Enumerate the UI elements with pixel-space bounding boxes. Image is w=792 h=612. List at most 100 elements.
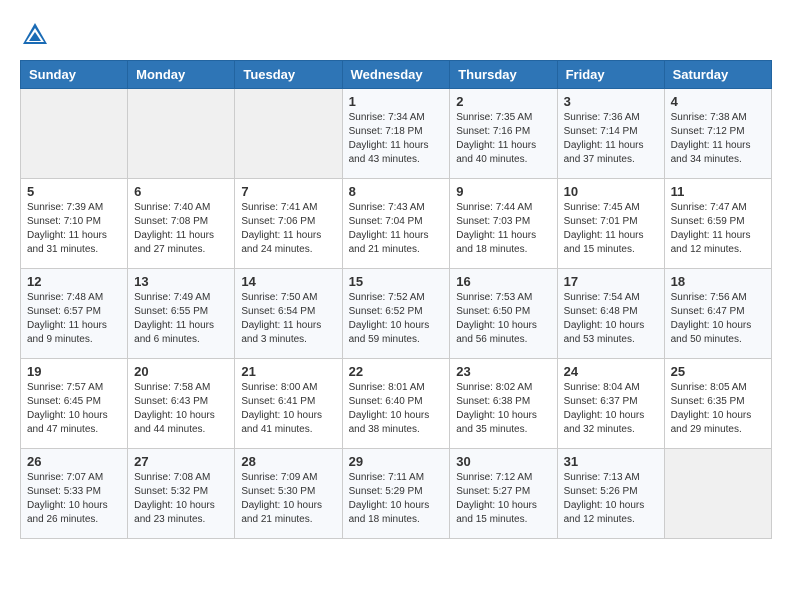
day-number: 24 <box>564 364 658 379</box>
calendar-header-row: SundayMondayTuesdayWednesdayThursdayFrid… <box>21 61 772 89</box>
calendar-cell: 18 Sunrise: 7:56 AM Sunset: 6:47 PM Dayli… <box>664 269 771 359</box>
calendar-cell: 17 Sunrise: 7:54 AM Sunset: 6:48 PM Dayli… <box>557 269 664 359</box>
day-number: 10 <box>564 184 658 199</box>
page-header <box>20 20 772 50</box>
day-info: Sunrise: 7:45 AM Sunset: 7:01 PM Dayligh… <box>564 201 658 257</box>
day-number: 7 <box>241 184 335 199</box>
calendar-cell: 22Sunrise: 8:01 AM Sunset: 6:40 PM Dayli… <box>342 359 450 449</box>
calendar-cell <box>128 89 235 179</box>
day-number: 31 <box>564 454 658 469</box>
day-info: Sunrise: 7:47 AM Sunset: 6:59 PM Dayligh… <box>671 201 765 257</box>
calendar-cell: 23Sunrise: 8:02 AM Sunset: 6:38 PM Dayli… <box>450 359 557 449</box>
calendar-cell: 19 Sunrise: 7:57 AM Sunset: 6:45 PM Dayli… <box>21 359 128 449</box>
day-number: 14 <box>241 274 335 289</box>
calendar-cell: 10 Sunrise: 7:45 AM Sunset: 7:01 PM Dayli… <box>557 179 664 269</box>
calendar-week-row: 12Sunrise: 7:48 AM Sunset: 6:57 PM Dayli… <box>21 269 772 359</box>
day-number: 3 <box>564 94 658 109</box>
calendar-cell: 14 Sunrise: 7:50 AM Sunset: 6:54 PM Dayli… <box>235 269 342 359</box>
calendar-cell: 30 Sunrise: 7:12 AM Sunset: 5:27 PM Dayli… <box>450 449 557 539</box>
calendar-cell <box>235 89 342 179</box>
day-number: 11 <box>671 184 765 199</box>
calendar-cell <box>21 89 128 179</box>
day-number: 27 <box>134 454 228 469</box>
calendar-cell: 5 Sunrise: 7:39 AM Sunset: 7:10 PM Daylig… <box>21 179 128 269</box>
day-number: 28 <box>241 454 335 469</box>
day-number: 16 <box>456 274 550 289</box>
day-number: 17 <box>564 274 658 289</box>
calendar-cell: 1 Sunrise: 7:34 AM Sunset: 7:18 PM Daylig… <box>342 89 450 179</box>
day-info: Sunrise: 7:09 AM Sunset: 5:30 PM Dayligh… <box>241 471 335 527</box>
day-number: 15 <box>349 274 444 289</box>
calendar-cell: 15 Sunrise: 7:52 AM Sunset: 6:52 PM Dayli… <box>342 269 450 359</box>
day-info: Sunrise: 7:52 AM Sunset: 6:52 PM Dayligh… <box>349 291 444 347</box>
day-info: Sunrise: 7:34 AM Sunset: 7:18 PM Dayligh… <box>349 111 444 167</box>
calendar-cell: 11 Sunrise: 7:47 AM Sunset: 6:59 PM Dayli… <box>664 179 771 269</box>
calendar-cell <box>664 449 771 539</box>
calendar-cell: 20 Sunrise: 7:58 AM Sunset: 6:43 PM Dayli… <box>128 359 235 449</box>
day-number: 21 <box>241 364 335 379</box>
day-number: 8 <box>349 184 444 199</box>
day-number: 18 <box>671 274 765 289</box>
calendar-cell: 13 Sunrise: 7:49 AM Sunset: 6:55 PM Dayli… <box>128 269 235 359</box>
day-number: 5 <box>27 184 121 199</box>
day-info: Sunrise: 7:07 AM Sunset: 5:33 PM Dayligh… <box>27 471 121 527</box>
day-info: Sunrise: 8:00 AM Sunset: 6:41 PM Dayligh… <box>241 381 335 437</box>
day-number: 13 <box>134 274 228 289</box>
day-number: 20 <box>134 364 228 379</box>
calendar-cell: 2 Sunrise: 7:35 AM Sunset: 7:16 PM Daylig… <box>450 89 557 179</box>
day-number: 2 <box>456 94 550 109</box>
day-number: 9 <box>456 184 550 199</box>
day-number: 1 <box>349 94 444 109</box>
logo-icon <box>20 20 50 50</box>
day-info: Sunrise: 7:08 AM Sunset: 5:32 PM Dayligh… <box>134 471 228 527</box>
calendar-cell: 4 Sunrise: 7:38 AM Sunset: 7:12 PM Daylig… <box>664 89 771 179</box>
day-number: 29 <box>349 454 444 469</box>
calendar-cell: 8 Sunrise: 7:43 AM Sunset: 7:04 PM Daylig… <box>342 179 450 269</box>
day-of-week-header: Thursday <box>450 61 557 89</box>
day-info: Sunrise: 7:53 AM Sunset: 6:50 PM Dayligh… <box>456 291 550 347</box>
day-info: Sunrise: 7:13 AM Sunset: 5:26 PM Dayligh… <box>564 471 658 527</box>
day-info: Sunrise: 7:50 AM Sunset: 6:54 PM Dayligh… <box>241 291 335 347</box>
day-of-week-header: Monday <box>128 61 235 89</box>
day-of-week-header: Sunday <box>21 61 128 89</box>
calendar-cell: 9Sunrise: 7:44 AM Sunset: 7:03 PM Daylig… <box>450 179 557 269</box>
calendar-cell: 27 Sunrise: 7:08 AM Sunset: 5:32 PM Dayli… <box>128 449 235 539</box>
day-info: Sunrise: 7:38 AM Sunset: 7:12 PM Dayligh… <box>671 111 765 167</box>
day-info: Sunrise: 7:12 AM Sunset: 5:27 PM Dayligh… <box>456 471 550 527</box>
calendar-cell: 24 Sunrise: 8:04 AM Sunset: 6:37 PM Dayli… <box>557 359 664 449</box>
day-number: 22 <box>349 364 444 379</box>
calendar-cell: 6Sunrise: 7:40 AM Sunset: 7:08 PM Daylig… <box>128 179 235 269</box>
day-number: 19 <box>27 364 121 379</box>
day-of-week-header: Tuesday <box>235 61 342 89</box>
calendar-cell: 12Sunrise: 7:48 AM Sunset: 6:57 PM Dayli… <box>21 269 128 359</box>
calendar-cell: 31 Sunrise: 7:13 AM Sunset: 5:26 PM Dayli… <box>557 449 664 539</box>
day-info: Sunrise: 7:54 AM Sunset: 6:48 PM Dayligh… <box>564 291 658 347</box>
day-of-week-header: Wednesday <box>342 61 450 89</box>
day-info: Sunrise: 7:35 AM Sunset: 7:16 PM Dayligh… <box>456 111 550 167</box>
calendar-cell: 29 Sunrise: 7:11 AM Sunset: 5:29 PM Dayli… <box>342 449 450 539</box>
day-info: Sunrise: 7:49 AM Sunset: 6:55 PM Dayligh… <box>134 291 228 347</box>
day-info: Sunrise: 7:11 AM Sunset: 5:29 PM Dayligh… <box>349 471 444 527</box>
day-number: 6 <box>134 184 228 199</box>
day-number: 30 <box>456 454 550 469</box>
calendar-cell: 25Sunrise: 8:05 AM Sunset: 6:35 PM Dayli… <box>664 359 771 449</box>
day-number: 23 <box>456 364 550 379</box>
day-info: Sunrise: 7:56 AM Sunset: 6:47 PM Dayligh… <box>671 291 765 347</box>
calendar-week-row: 1 Sunrise: 7:34 AM Sunset: 7:18 PM Daylig… <box>21 89 772 179</box>
calendar-table: SundayMondayTuesdayWednesdayThursdayFrid… <box>20 60 772 539</box>
day-number: 25 <box>671 364 765 379</box>
calendar-cell: 16 Sunrise: 7:53 AM Sunset: 6:50 PM Dayli… <box>450 269 557 359</box>
day-info: Sunrise: 7:57 AM Sunset: 6:45 PM Dayligh… <box>27 381 121 437</box>
day-info: Sunrise: 7:43 AM Sunset: 7:04 PM Dayligh… <box>349 201 444 257</box>
day-info: Sunrise: 7:39 AM Sunset: 7:10 PM Dayligh… <box>27 201 121 257</box>
calendar-cell: 21 Sunrise: 8:00 AM Sunset: 6:41 PM Dayli… <box>235 359 342 449</box>
day-number: 4 <box>671 94 765 109</box>
day-number: 12 <box>27 274 121 289</box>
calendar-week-row: 19 Sunrise: 7:57 AM Sunset: 6:45 PM Dayli… <box>21 359 772 449</box>
calendar-week-row: 26Sunrise: 7:07 AM Sunset: 5:33 PM Dayli… <box>21 449 772 539</box>
day-of-week-header: Friday <box>557 61 664 89</box>
day-info: Sunrise: 7:58 AM Sunset: 6:43 PM Dayligh… <box>134 381 228 437</box>
day-info: Sunrise: 8:04 AM Sunset: 6:37 PM Dayligh… <box>564 381 658 437</box>
calendar-cell: 28 Sunrise: 7:09 AM Sunset: 5:30 PM Dayli… <box>235 449 342 539</box>
logo <box>20 20 54 50</box>
